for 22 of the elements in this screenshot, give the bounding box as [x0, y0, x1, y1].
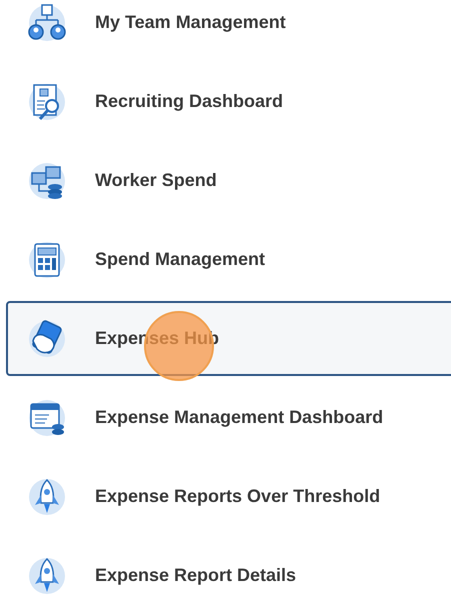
menu-item[interactable]: Expense Management Dashboard [6, 380, 451, 455]
menu-item-label: My Team Management [95, 12, 286, 33]
menu-item-label: Expense Management Dashboard [95, 407, 384, 428]
menu-item[interactable]: Spend Management [6, 222, 451, 297]
menu-item[interactable]: Recruiting Dashboard [6, 64, 451, 139]
rocket-icon [27, 476, 67, 516]
team-icon [27, 2, 67, 42]
people-coins-icon [27, 160, 67, 200]
menu-item[interactable]: Worker Spend [6, 143, 451, 218]
menu-item-label: Recruiting Dashboard [95, 91, 284, 112]
menu-item[interactable]: My Team Management [6, 0, 451, 60]
menu-item-label: Worker Spend [95, 170, 217, 191]
menu-item-label: Expense Report Details [95, 565, 296, 586]
hand-money-icon [27, 318, 67, 358]
dashboard-coins-icon [27, 398, 67, 438]
document-magnifier-icon [27, 82, 67, 122]
menu-item-label: Expense Reports Over Threshold [95, 486, 380, 507]
menu-item[interactable]: Expense Reports Over Threshold [6, 459, 451, 534]
calculator-icon [27, 240, 67, 280]
menu-item[interactable]: Expense Report Details [6, 538, 451, 600]
menu-item-label: Spend Management [95, 249, 266, 270]
rocket-icon [27, 556, 67, 596]
